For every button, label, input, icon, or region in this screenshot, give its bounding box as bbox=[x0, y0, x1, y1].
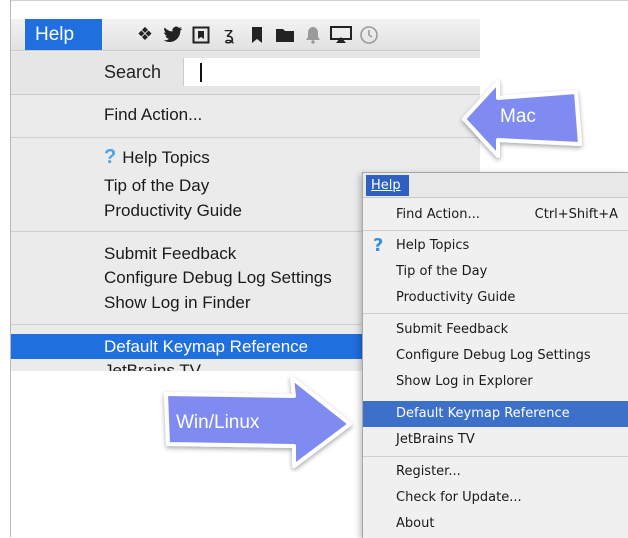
help-question-icon: ? bbox=[104, 146, 117, 168]
win-menu-item-help-topics[interactable]: Help Topics bbox=[396, 238, 469, 253]
win-menu-item-about[interactable]: About bbox=[396, 516, 434, 531]
folder-icon[interactable] bbox=[271, 22, 299, 47]
win-find-action-shortcut: Ctrl+Shift+A bbox=[534, 207, 618, 222]
mac-menu-item-find-action[interactable]: Find Action... bbox=[104, 105, 202, 125]
airplay-icon[interactable] bbox=[327, 22, 355, 47]
mac-search-input[interactable] bbox=[183, 58, 480, 86]
help-question-icon: ? bbox=[373, 235, 384, 256]
win-menu-item-productivity-guide[interactable]: Productivity Guide bbox=[396, 290, 515, 305]
frame-top-border bbox=[10, 0, 628, 1]
win-help-menu: Help Find Action... Ctrl+Shift+A ? Help … bbox=[362, 172, 628, 538]
mac-menu-item-productivity-guide[interactable]: Productivity Guide bbox=[104, 201, 242, 221]
mac-help-topics-label: Help Topics bbox=[122, 148, 210, 167]
mac-menu-item-submit-feedback[interactable]: Submit Feedback bbox=[104, 244, 236, 264]
win-menubar: Help bbox=[363, 173, 628, 198]
win-menu-item-show-log[interactable]: Show Log in Explorer bbox=[396, 374, 533, 389]
mac-menu-help[interactable]: Help bbox=[25, 19, 102, 50]
mac-status-icons: ❖ ʓ bbox=[131, 22, 383, 47]
win-menu-item-configure-debug[interactable]: Configure Debug Log Settings bbox=[396, 348, 591, 363]
mac-callout-label: Mac bbox=[500, 106, 536, 127]
mac-menu-item-jetbrains-tv[interactable]: JetBrains TV bbox=[104, 361, 201, 371]
mac-search-label: Search bbox=[104, 62, 162, 82]
klokki-icon[interactable]: ʓ bbox=[215, 22, 243, 47]
twitter-icon[interactable] bbox=[159, 22, 187, 47]
win-menu-item-check-for-update[interactable]: Check for Update... bbox=[396, 490, 522, 505]
mac-menu-item-help-topics[interactable]: ? Help Topics bbox=[104, 146, 210, 169]
time-machine-icon[interactable] bbox=[355, 22, 383, 47]
mac-menu-item-tip-of-the-day[interactable]: Tip of the Day bbox=[104, 176, 209, 196]
dropbox-icon[interactable]: ❖ bbox=[131, 22, 159, 47]
win-separator bbox=[363, 230, 628, 231]
win-separator bbox=[363, 313, 628, 314]
win-menu-item-register[interactable]: Register... bbox=[396, 464, 461, 479]
win-menu-item-submit-feedback[interactable]: Submit Feedback bbox=[396, 322, 508, 337]
mac-default-keymap-label: Default Keymap Reference bbox=[104, 337, 309, 356]
mac-menubar: Help ❖ ʓ bbox=[11, 19, 480, 51]
mac-search-row: Search bbox=[11, 52, 480, 95]
evernote-icon[interactable] bbox=[187, 22, 215, 47]
mac-separator bbox=[11, 137, 480, 138]
bell-icon[interactable] bbox=[299, 22, 327, 47]
win-linux-callout-label: Win/Linux bbox=[176, 412, 260, 433]
mac-menu-item-show-log[interactable]: Show Log in Finder bbox=[104, 293, 250, 313]
mac-menu-item-configure-debug[interactable]: Configure Debug Log Settings bbox=[104, 268, 332, 288]
win-default-keymap-label: Default Keymap Reference bbox=[396, 406, 570, 421]
win-separator bbox=[363, 456, 628, 457]
text-caret bbox=[200, 63, 202, 82]
win-menu-item-find-action[interactable]: Find Action... bbox=[396, 207, 480, 222]
bookmark-icon[interactable] bbox=[243, 22, 271, 47]
win-menu-help[interactable]: Help bbox=[366, 175, 409, 196]
win-menu-item-jetbrains-tv[interactable]: JetBrains TV bbox=[396, 432, 475, 447]
win-menu-item-tip-of-the-day[interactable]: Tip of the Day bbox=[396, 264, 487, 279]
